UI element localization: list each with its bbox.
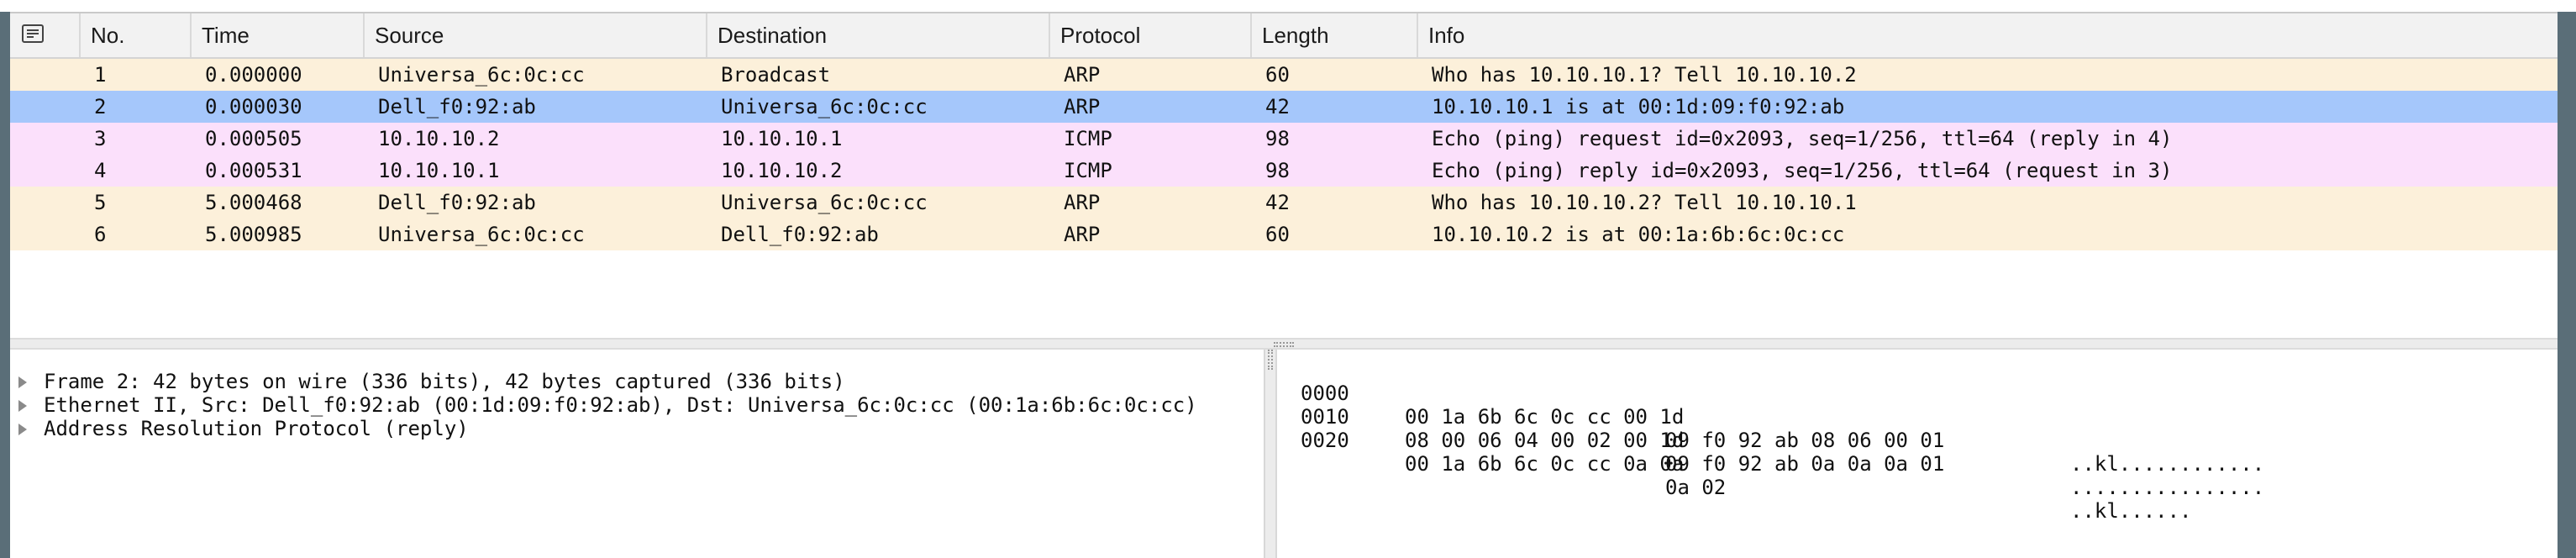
packet-destination: Universa_6c:0c:cc: [721, 191, 928, 214]
hex-offset: 0020: [1301, 429, 1349, 452]
packet-no: 6: [94, 223, 107, 246]
hex-bytes[interactable]: 00 1a 6b 6c 0c cc 0a 0a: [1405, 452, 1684, 476]
hex-ascii[interactable]: ..kl......: [2070, 499, 2192, 523]
expand-triangle-icon[interactable]: [18, 424, 27, 435]
hex-row[interactable]: 0010 08 00 06 04 00 02 00 1d 09 f0 92 ab…: [1277, 382, 2558, 499]
hex-bytes[interactable]: 09 f0 92 ab 08 06 00 01: [1665, 429, 1944, 452]
packet-row[interactable]: 1 0.000000 Universa_6c:0c:cc Broadcast A…: [10, 59, 2558, 91]
packet-length: 42: [1265, 95, 1290, 118]
packet-protocol: ICMP: [1064, 127, 1112, 150]
packet-no: 1: [94, 63, 107, 87]
packet-protocol: ARP: [1064, 223, 1101, 246]
packet-source: 10.10.10.2: [378, 127, 500, 150]
column-header-length[interactable]: Length: [1252, 13, 1418, 57]
packet-time: 0.000030: [205, 95, 302, 118]
desktop-background: [0, 0, 2576, 12]
packet-time: 5.000468: [205, 191, 302, 214]
column-header-no[interactable]: No.: [81, 13, 192, 57]
details-tree-item-frame[interactable]: Frame 2: 42 bytes on wire (336 bits), 42…: [10, 370, 1264, 393]
packet-destination: Universa_6c:0c:cc: [721, 95, 928, 118]
packet-no: 2: [94, 95, 107, 118]
packet-info: Who has 10.10.10.2? Tell 10.10.10.1: [1432, 191, 1857, 214]
expand-triangle-icon[interactable]: [18, 376, 27, 388]
packet-time: 0.000531: [205, 159, 302, 182]
packet-info: Who has 10.10.10.1? Tell 10.10.10.2: [1432, 63, 1857, 87]
details-tree-item-ethernet[interactable]: Ethernet II, Src: Dell_f0:92:ab (00:1d:0…: [10, 393, 1264, 417]
packet-row[interactable]: 3 0.000505 10.10.10.2 10.10.10.1 ICMP 98…: [10, 123, 2558, 155]
horizontal-pane-splitter[interactable]: [10, 338, 2558, 350]
column-header-comment[interactable]: [10, 13, 81, 57]
packet-time: 5.000985: [205, 223, 302, 246]
column-header-info[interactable]: Info: [1418, 13, 2558, 57]
packet-source: 10.10.10.1: [378, 159, 500, 182]
packet-row[interactable]: 4 0.000531 10.10.10.1 10.10.10.2 ICMP 98…: [10, 155, 2558, 187]
packet-details-pane[interactable]: Frame 2: 42 bytes on wire (336 bits), 42…: [10, 350, 1264, 558]
packet-protocol: ARP: [1064, 191, 1101, 214]
packet-length: 42: [1265, 191, 1290, 214]
packet-row[interactable]: 6 5.000985 Universa_6c:0c:cc Dell_f0:92:…: [10, 218, 2558, 250]
column-header-destination[interactable]: Destination: [707, 13, 1050, 57]
packet-length: 60: [1265, 223, 1290, 246]
packet-no: 3: [94, 127, 107, 150]
packet-time: 0.000505: [205, 127, 302, 150]
details-tree-label: Address Resolution Protocol (reply): [44, 417, 469, 440]
splitter-grip-icon: [1268, 350, 1273, 370]
packet-info: 10.10.10.2 is at 00:1a:6b:6c:0c:cc: [1432, 223, 1845, 246]
packet-length: 98: [1265, 127, 1290, 150]
packet-info: Echo (ping) reply id=0x2093, seq=1/256, …: [1432, 159, 2173, 182]
packet-no: 5: [94, 191, 107, 214]
comment-icon: [22, 24, 44, 43]
vertical-pane-splitter[interactable]: [1264, 350, 1277, 558]
details-tree-label: Frame 2: 42 bytes on wire (336 bits), 42…: [44, 370, 845, 393]
column-header-source[interactable]: Source: [365, 13, 707, 57]
expand-triangle-icon[interactable]: [18, 400, 27, 412]
packet-time: 0.000000: [205, 63, 302, 87]
packet-source: Dell_f0:92:ab: [378, 95, 536, 118]
packet-bytes-pane[interactable]: 0000 00 1a 6b 6c 0c cc 00 1d 09 f0 92 ab…: [1277, 350, 2558, 558]
packet-length: 98: [1265, 159, 1290, 182]
details-tree-label: Ethernet II, Src: Dell_f0:92:ab (00:1d:0…: [44, 393, 1197, 417]
hex-bytes[interactable]: 09 f0 92 ab 0a 0a 0a 01: [1665, 452, 1944, 476]
hex-bytes[interactable]: 08 00 06 04 00 02 00 1d: [1405, 429, 1684, 452]
wireshark-window: No. Time Source Destination Protocol Len…: [10, 12, 2558, 558]
packet-length: 60: [1265, 63, 1290, 87]
packet-destination: 10.10.10.2: [721, 159, 843, 182]
hex-ascii[interactable]: ..kl............: [2070, 452, 2264, 476]
packet-info: 10.10.10.1 is at 00:1d:09:f0:92:ab: [1432, 95, 1845, 118]
hex-row[interactable]: 0000 00 1a 6b 6c 0c cc 00 1d 09 f0 92 ab…: [1277, 358, 2558, 476]
hex-row[interactable]: 0020 00 1a 6b 6c 0c cc 0a 0a 0a 02 ..kl.…: [1277, 405, 2558, 523]
packet-source: Dell_f0:92:ab: [378, 191, 536, 214]
packet-rows: 1 0.000000 Universa_6c:0c:cc Broadcast A…: [10, 59, 2558, 250]
column-header-time[interactable]: Time: [192, 13, 365, 57]
packet-destination: Dell_f0:92:ab: [721, 223, 879, 246]
packet-destination: Broadcast: [721, 63, 831, 87]
packet-row[interactable]: 5 5.000468 Dell_f0:92:ab Universa_6c:0c:…: [10, 187, 2558, 218]
column-header-bar: No. Time Source Destination Protocol Len…: [10, 13, 2558, 59]
packet-list-pane[interactable]: No. Time Source Destination Protocol Len…: [10, 13, 2558, 338]
hex-ascii[interactable]: ................: [2070, 476, 2264, 499]
packet-no: 4: [94, 159, 107, 182]
details-tree-item-arp[interactable]: Address Resolution Protocol (reply): [10, 417, 1264, 440]
packet-row-selected[interactable]: 2 0.000030 Dell_f0:92:ab Universa_6c:0c:…: [10, 91, 2558, 123]
packet-info: Echo (ping) request id=0x2093, seq=1/256…: [1432, 127, 2173, 150]
packet-protocol: ARP: [1064, 63, 1101, 87]
packet-protocol: ARP: [1064, 95, 1101, 118]
packet-source: Universa_6c:0c:cc: [378, 63, 585, 87]
packet-source: Universa_6c:0c:cc: [378, 223, 585, 246]
splitter-grip-icon: [1274, 342, 1294, 347]
packet-protocol: ICMP: [1064, 159, 1112, 182]
packet-destination: 10.10.10.1: [721, 127, 843, 150]
hex-bytes[interactable]: 0a 02: [1665, 476, 1726, 499]
column-header-protocol[interactable]: Protocol: [1050, 13, 1252, 57]
